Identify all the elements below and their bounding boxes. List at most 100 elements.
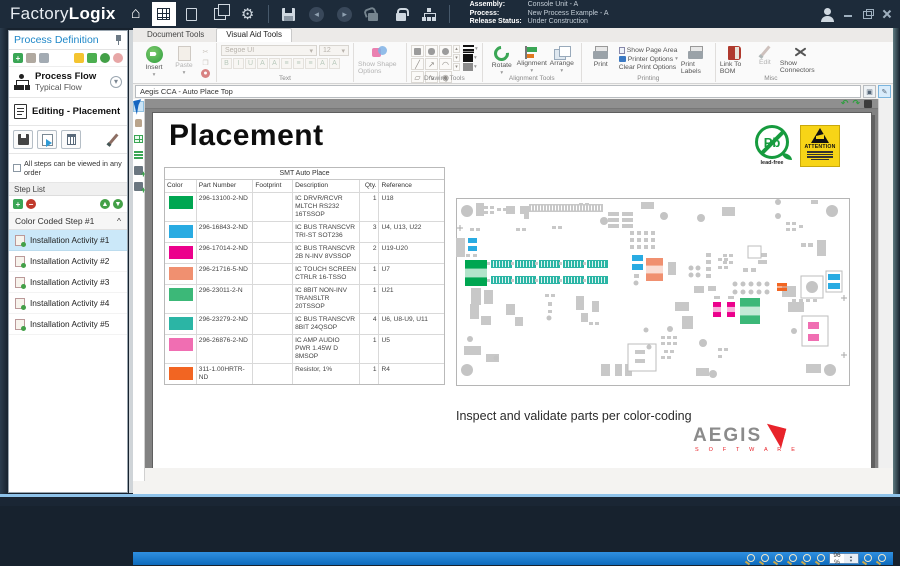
format-button-3[interactable]: A xyxy=(257,58,268,69)
font-name-select[interactable]: Segoe UI▾ xyxy=(221,45,317,56)
collapse-icon[interactable]: ^ xyxy=(117,216,121,226)
copy-icon[interactable] xyxy=(26,53,36,63)
step-item[interactable]: Installation Activity #1 xyxy=(9,230,127,251)
pan-tool[interactable] xyxy=(133,117,144,128)
windows-icon[interactable] xyxy=(208,2,232,26)
user-icon[interactable] xyxy=(821,8,835,21)
ribbon-tab-document-tools[interactable]: Document Tools xyxy=(137,28,214,42)
shape-rect-button[interactable] xyxy=(411,45,424,57)
zoom-fit-icon[interactable] xyxy=(862,554,873,564)
redo-icon[interactable]: ↷ xyxy=(852,99,860,108)
documents-icon[interactable] xyxy=(180,2,204,26)
link-to-bom-button[interactable]: Link To BOM xyxy=(720,45,750,75)
select-tool[interactable] xyxy=(133,101,144,112)
add-icon[interactable]: + xyxy=(13,53,23,63)
format-button-6[interactable]: ≡ xyxy=(293,58,304,69)
close-button[interactable] xyxy=(882,9,892,19)
forward-icon[interactable]: ▸ xyxy=(333,2,357,26)
line-width-button[interactable]: ▾ xyxy=(463,45,478,53)
undo-icon[interactable]: ↶ xyxy=(841,99,849,108)
expand-icon[interactable]: ▾ xyxy=(110,76,122,88)
shape-rounded-rect-button[interactable] xyxy=(425,45,438,57)
format-button-1[interactable]: I xyxy=(233,58,244,69)
show-connectors-button[interactable]: Show Connectors xyxy=(780,45,822,74)
delete-step-button[interactable] xyxy=(61,130,81,149)
scroll-down-icon[interactable]: ▾ xyxy=(453,63,460,71)
arrange-button[interactable]: Arrange▾ xyxy=(547,45,577,74)
edit-button[interactable]: Edit xyxy=(750,45,780,66)
zoom-in-icon[interactable] xyxy=(773,554,784,564)
paste-button[interactable]: Paste▾ xyxy=(169,45,199,76)
print-labels-button[interactable]: Print Labels xyxy=(681,45,711,75)
format-button-9[interactable]: A xyxy=(329,58,340,69)
fill-color-button[interactable]: ▾ xyxy=(463,63,478,71)
zoom-prev-icon[interactable] xyxy=(801,554,812,564)
deactivate-icon[interactable] xyxy=(113,53,123,63)
format-button-7[interactable]: ≡ xyxy=(305,58,316,69)
remove-step-icon[interactable]: − xyxy=(26,199,36,209)
insert-button[interactable]: Insert▾ xyxy=(139,45,169,78)
scroll-mid-icon[interactable]: ▾ xyxy=(453,54,460,62)
clear-print-options-button[interactable]: Clear Print Options xyxy=(619,64,678,71)
process-definition-tab-icon[interactable] xyxy=(152,2,176,26)
lock-icon[interactable] xyxy=(389,2,413,26)
canvas-menu-icon[interactable] xyxy=(864,100,872,108)
pin-icon[interactable] xyxy=(115,35,122,45)
activate-icon[interactable] xyxy=(100,53,110,63)
printer-options-button[interactable]: Printer Options▾ xyxy=(619,56,678,63)
show-page-area-button[interactable]: Show Page Area xyxy=(619,47,678,54)
add-step-icon[interactable]: + xyxy=(13,199,23,209)
line-color-button[interactable]: ▾ xyxy=(463,54,478,62)
zoom-out-icon[interactable] xyxy=(787,554,798,564)
step-item[interactable]: Installation Activity #2 xyxy=(9,251,127,272)
home-icon[interactable]: ⌂ xyxy=(124,2,148,26)
table-tool[interactable] xyxy=(133,133,144,144)
vertical-scrollbar[interactable] xyxy=(878,99,893,468)
zoom-select-icon[interactable] xyxy=(745,554,756,564)
move-down-icon[interactable]: ▼ xyxy=(113,199,123,209)
shape-arc-button[interactable]: ◠ xyxy=(439,58,452,70)
add-step-tool[interactable] xyxy=(133,181,144,192)
shape-ellipse-button[interactable] xyxy=(439,45,452,57)
list-tool[interactable] xyxy=(133,149,144,160)
copy-small-icon[interactable]: ❐ xyxy=(201,58,210,67)
format-button-2[interactable]: U xyxy=(245,58,256,69)
process-tree-icon[interactable] xyxy=(417,2,441,26)
shape-arrow-button[interactable]: ↗ xyxy=(425,58,438,70)
color-coded-step-header[interactable]: Color Coded Step #1^ xyxy=(9,213,127,230)
edit-view-button[interactable]: ✎ xyxy=(878,85,891,98)
restore-button[interactable] xyxy=(863,9,873,19)
document-title-field[interactable]: Aegis CCA - Auto Place Top xyxy=(135,85,861,98)
edit-step-button[interactable] xyxy=(103,130,123,149)
zoom-fit-all-icon[interactable] xyxy=(876,554,887,564)
flag-icon[interactable] xyxy=(87,53,97,63)
add-item-tool[interactable] xyxy=(133,165,144,176)
move-up-icon[interactable]: ▲ xyxy=(100,199,110,209)
shape-line-button[interactable]: ╱ xyxy=(411,58,424,70)
show-shape-options-button[interactable]: Show Shape Options xyxy=(358,45,402,75)
process-flow-section[interactable]: Process FlowTypical Flow ▾ xyxy=(9,67,127,98)
back-icon[interactable]: ◂ xyxy=(305,2,329,26)
alignment-button[interactable]: Alignment▾ xyxy=(517,45,547,74)
zoom-region-icon[interactable] xyxy=(759,554,770,564)
step-item[interactable]: Installation Activity #4 xyxy=(9,293,127,314)
format-button-0[interactable]: B xyxy=(221,58,232,69)
zoom-level-spinner[interactable]: 96 %▲▼ xyxy=(829,553,859,564)
export-step-button[interactable] xyxy=(37,130,57,149)
minimize-button[interactable] xyxy=(844,9,854,19)
zoom-next-icon[interactable] xyxy=(815,554,826,564)
print-button[interactable]: Print xyxy=(586,45,616,68)
rotate-button[interactable]: Rotate▾ xyxy=(487,45,517,76)
cut-icon[interactable]: ✂ xyxy=(201,47,210,56)
image-view-button[interactable]: ▣ xyxy=(863,85,876,98)
ribbon-tab-visual-aid-tools[interactable]: Visual Aid Tools xyxy=(216,28,292,42)
format-button-8[interactable]: A xyxy=(317,58,328,69)
format-button-5[interactable]: ≡ xyxy=(281,58,292,69)
step-item[interactable]: Installation Activity #5 xyxy=(9,314,127,335)
delete-icon[interactable]: ● xyxy=(201,69,210,78)
template-icon[interactable] xyxy=(39,53,49,63)
document-canvas[interactable]: ↶ ↷ Placement Pb lead-free ATTENTION xyxy=(145,99,878,468)
scroll-up-icon[interactable]: ▴ xyxy=(453,45,460,53)
step-item[interactable]: Installation Activity #3 xyxy=(9,272,127,293)
order-checkbox[interactable] xyxy=(13,164,21,172)
